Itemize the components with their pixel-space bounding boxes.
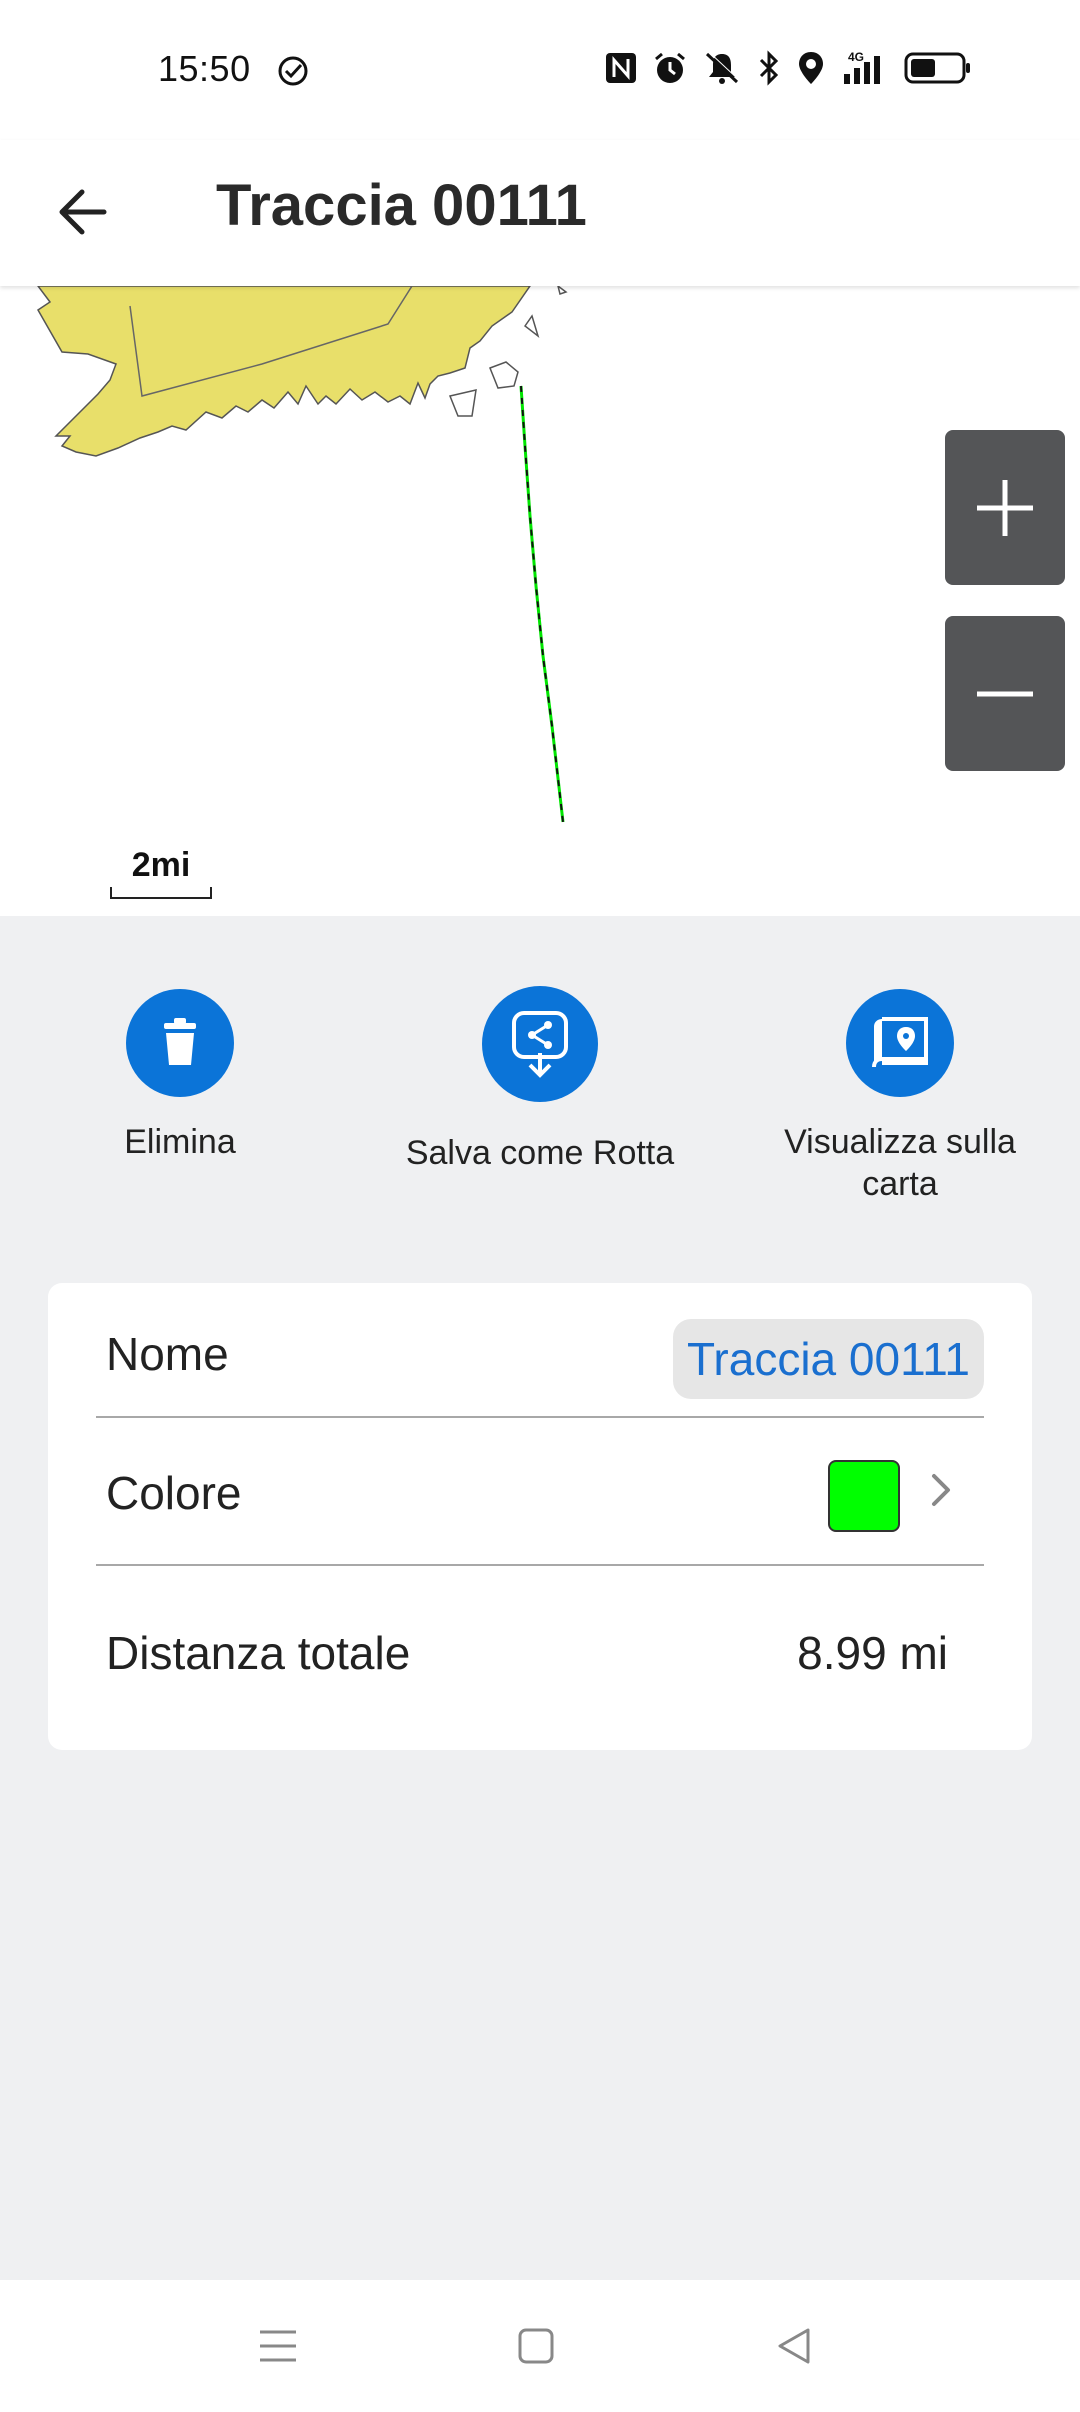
- nautical-chart: [37, 286, 568, 823]
- back-button[interactable]: [40, 170, 124, 254]
- signal-icon: 4G: [840, 50, 890, 86]
- name-label: Nome: [106, 1328, 229, 1380]
- distance-row: Distanza totale 8.99 mi: [96, 1566, 984, 1750]
- rock-1: [448, 389, 477, 417]
- scale-label: 2mi: [131, 846, 191, 884]
- plus-icon: [977, 479, 1033, 536]
- back-nav-button[interactable]: [764, 2316, 824, 2376]
- color-row[interactable]: Colore: [96, 1418, 984, 1566]
- minus-icon: [977, 691, 1033, 696]
- name-field[interactable]: Traccia 00111: [673, 1319, 984, 1399]
- svg-text:4G: 4G: [848, 50, 864, 64]
- battery-icon: [904, 51, 972, 85]
- save-route-label: Salva come Rotta: [405, 1134, 675, 1172]
- zoom-in-button[interactable]: [945, 430, 1065, 585]
- app-bar: Traccia 00111: [0, 140, 1080, 286]
- save-route-icon: [482, 986, 598, 1102]
- triangle-back-icon: [778, 2328, 810, 2364]
- chevron-right-icon: [928, 1470, 954, 1515]
- distance-label: Distanza totale: [106, 1627, 411, 1679]
- rock-2: [489, 361, 519, 389]
- distance-value: 8.99 mi: [797, 1627, 948, 1679]
- land-area: [37, 286, 531, 457]
- mute-icon: [702, 50, 742, 86]
- rock-3: [523, 314, 540, 339]
- action-bar: Elimina Salva come Rotta Visualizza sull…: [0, 916, 1080, 1246]
- location-icon: [796, 50, 826, 86]
- map-view[interactable]: 2mi: [0, 286, 1080, 916]
- back-arrow-icon: [59, 189, 107, 235]
- track-line: [519, 385, 565, 823]
- delete-label: Elimina: [124, 1123, 236, 1161]
- save-route-action[interactable]: Salva come Rotta: [380, 986, 700, 1174]
- square-icon: [518, 2328, 554, 2364]
- color-swatch[interactable]: [828, 1460, 900, 1532]
- page-title: Traccia 00111: [216, 173, 587, 238]
- recents-button[interactable]: [248, 2316, 308, 2376]
- color-label: Colore: [106, 1467, 242, 1519]
- menu-icon: [260, 2330, 296, 2362]
- trash-icon: [126, 989, 234, 1097]
- status-time: 15:50: [158, 48, 251, 89]
- status-bar: 15:50 4G: [0, 0, 1080, 140]
- bluetooth-icon: [756, 50, 782, 86]
- sync-check-icon: [276, 54, 310, 93]
- view-on-map-label: Visualizza sulla carta: [784, 1123, 1016, 1203]
- home-button[interactable]: [506, 2316, 566, 2376]
- system-nav-bar: [0, 2280, 1080, 2412]
- nfc-icon: [604, 51, 638, 85]
- map-pin-icon: [846, 989, 954, 1097]
- track-details-card: Nome Traccia 00111 Colore Distanza total…: [48, 1283, 1032, 1750]
- rock-4: [557, 286, 568, 295]
- delete-action[interactable]: Elimina: [70, 986, 290, 1163]
- name-row: Nome Traccia 00111: [96, 1283, 984, 1418]
- map-scale: 2mi: [110, 846, 212, 899]
- zoom-out-button[interactable]: [945, 616, 1065, 771]
- scale-bar: [110, 887, 212, 899]
- alarm-icon: [652, 50, 688, 86]
- view-on-map-action[interactable]: Visualizza sulla carta: [760, 986, 1040, 1205]
- status-icons: 4G: [604, 50, 972, 86]
